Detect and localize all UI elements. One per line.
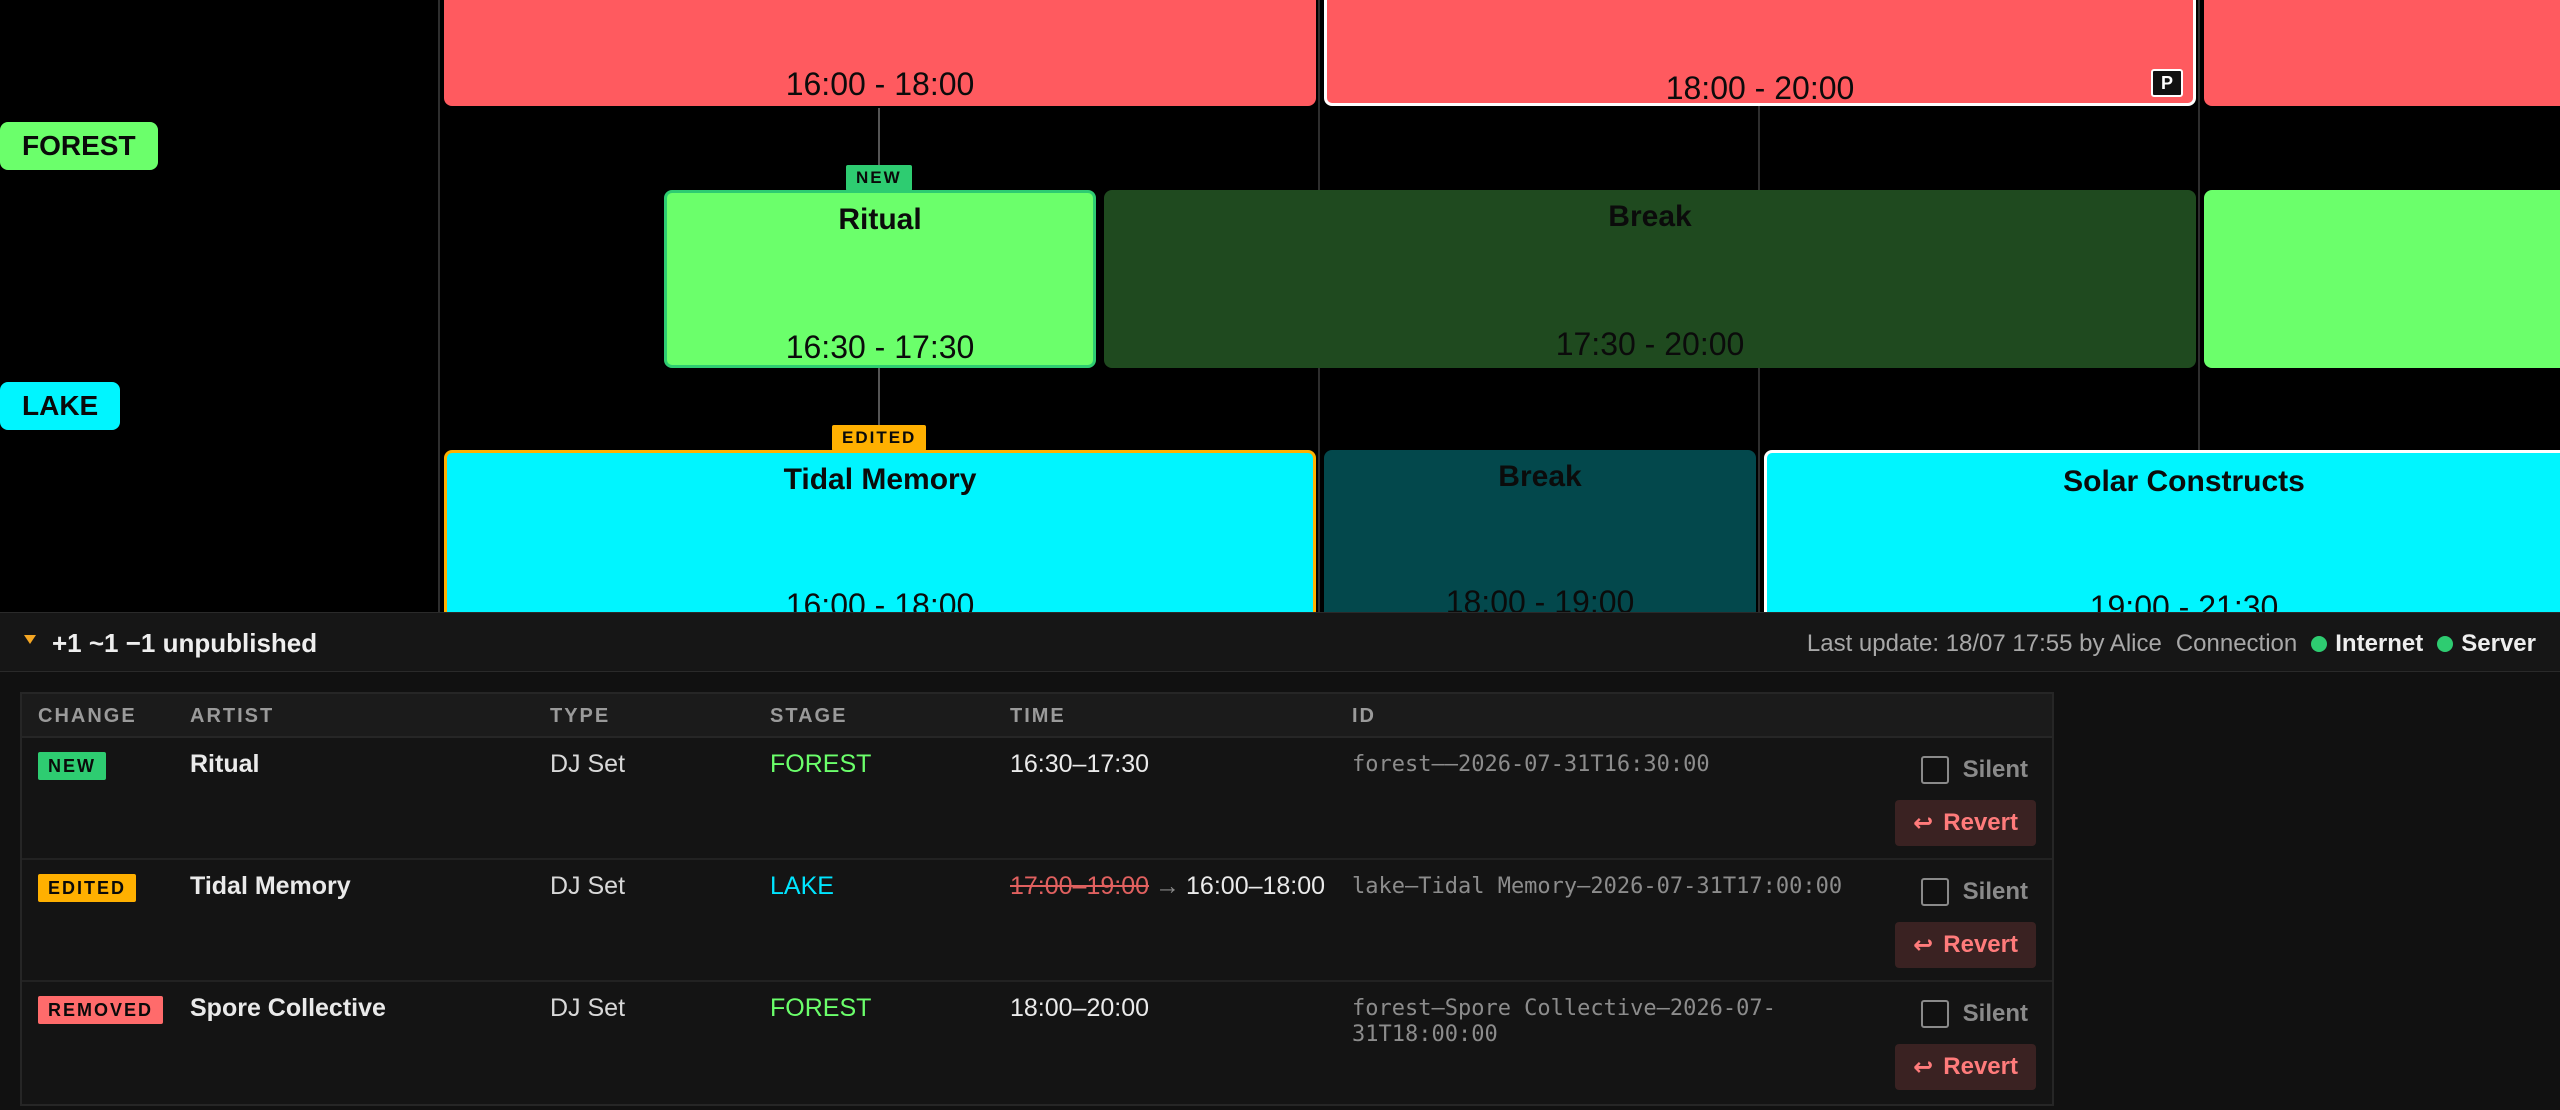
set-block-selected[interactable]: 18:00 - 20:00 P	[1324, 0, 2196, 106]
revert-label: Revert	[1943, 931, 2018, 958]
connection-status: Last update: 18/07 17:55 by Alice Connec…	[1807, 630, 2536, 658]
artist-cell: Spore Collective	[190, 994, 386, 1022]
break-block[interactable]: Break 18:00 - 19:00	[1324, 450, 1756, 612]
id-cell: lake–Tidal Memory–2026-07-31T17:00:00	[1352, 874, 1843, 899]
silent-checkbox[interactable]	[1920, 1000, 1949, 1028]
silent-toggle[interactable]: Silent	[1920, 1000, 2028, 1028]
changes-table: CHANGE ARTIST TYPE STAGE TIME ID NEW Rit…	[20, 692, 2054, 1106]
undo-arrow-icon: ↩	[1913, 1053, 1934, 1081]
set-block[interactable]	[2204, 0, 2560, 106]
silent-label: Silent	[1962, 756, 2028, 783]
type-cell: DJ Set	[550, 994, 626, 1022]
set-title: Solar Constructs	[2063, 465, 2305, 498]
timeline: FOREST LAKE 16:00 - 18:00 18:00 - 20:00 …	[0, 0, 2560, 612]
status-dot-icon	[2311, 636, 2328, 652]
stage-cell: FOREST	[770, 994, 872, 1022]
stage-label-lake[interactable]: LAKE	[0, 382, 121, 430]
silent-label: Silent	[1962, 878, 2028, 905]
set-time: 18:00 - 20:00	[1665, 70, 1855, 106]
break-title: Break	[1498, 460, 1582, 493]
set-block[interactable]	[2204, 190, 2560, 368]
set-block-solar-constructs[interactable]: Solar Constructs 19:00 - 21:30	[1764, 450, 2560, 612]
time-cell: 18:00–20:00	[1010, 994, 1150, 1022]
revert-label: Revert	[1943, 1053, 2018, 1080]
set-time: 16:30 - 17:30	[785, 329, 975, 365]
undo-arrow-icon: ↩	[1913, 809, 1934, 837]
status-bar: +1 ~1 −1 unpublished Last update: 18/07 …	[0, 612, 2560, 672]
set-title: Ritual	[838, 203, 922, 236]
column-header-stage: STAGE	[770, 705, 848, 727]
set-time: 16:00 - 18:00	[785, 587, 975, 612]
id-cell: forest–Spore Collective–2026-07-31T18:00…	[1352, 996, 1776, 1047]
collapse-caret-icon[interactable]	[24, 635, 36, 644]
silent-checkbox[interactable]	[1920, 756, 1949, 784]
table-header: CHANGE ARTIST TYPE STAGE TIME ID	[22, 694, 2052, 738]
break-block[interactable]: Break 17:30 - 20:00	[1104, 190, 2196, 368]
set-time: 16:00 - 18:00	[785, 66, 975, 102]
table-row: REMOVED Spore Collective DJ Set FOREST 1…	[22, 982, 2052, 1104]
silent-checkbox[interactable]	[1920, 878, 1949, 906]
stage-cell: FOREST	[770, 750, 872, 778]
silent-toggle[interactable]: Silent	[1920, 878, 2028, 906]
unpublished-summary[interactable]: +1 ~1 −1 unpublished	[52, 628, 317, 659]
revert-button[interactable]: ↩ Revert	[1895, 922, 2036, 968]
break-title: Break	[1608, 200, 1692, 233]
silent-toggle[interactable]: Silent	[1920, 756, 2028, 784]
table-row: EDITED Tidal Memory DJ Set LAKE 17:00–19…	[22, 860, 2052, 982]
break-time: 17:30 - 20:00	[1555, 326, 1745, 362]
artist-cell: Ritual	[190, 750, 260, 778]
set-block-ritual[interactable]: Ritual 16:30 - 17:30	[664, 190, 1096, 368]
table-row: NEW Ritual DJ Set FOREST 16:30–17:30 for…	[22, 738, 2052, 860]
edited-badge: EDITED	[832, 425, 927, 451]
published-marker: P	[2151, 69, 2183, 97]
last-update: Last update: 18/07 17:55 by Alice	[1806, 630, 2162, 657]
set-block-tidal-memory[interactable]: Tidal Memory 16:00 - 18:00	[444, 450, 1316, 612]
type-cell: DJ Set	[550, 872, 626, 900]
artist-cell: Tidal Memory	[190, 872, 351, 900]
revert-button[interactable]: ↩ Revert	[1895, 1044, 2036, 1090]
change-badge-new: NEW	[38, 752, 106, 780]
time-cell: 17:00–19:00 → 16:00–18:00	[1010, 872, 1325, 901]
server-status: Server	[2437, 630, 2536, 658]
arrow-right-icon: →	[1155, 872, 1181, 900]
column-header-time: TIME	[1010, 705, 1066, 727]
server-label: Server	[2461, 630, 2536, 657]
internet-status: Internet	[2311, 630, 2423, 658]
column-header-artist: ARTIST	[190, 705, 275, 727]
revert-label: Revert	[1943, 809, 2018, 836]
set-time: 19:00 - 21:30	[2089, 589, 2279, 612]
set-block[interactable]: 16:00 - 18:00	[444, 0, 1316, 106]
set-title: Tidal Memory	[783, 463, 977, 496]
id-cell: forest––2026-07-31T16:30:00	[1352, 752, 1710, 777]
silent-label: Silent	[1962, 1000, 2028, 1027]
connection-label: Connection	[2175, 630, 2298, 657]
column-header-type: TYPE	[550, 705, 611, 727]
new-badge: NEW	[846, 165, 912, 191]
change-badge-removed: REMOVED	[38, 996, 164, 1024]
status-dot-icon	[2437, 636, 2454, 652]
new-time: 16:00–18:00	[1186, 872, 1326, 900]
changes-panel: CHANGE ARTIST TYPE STAGE TIME ID NEW Rit…	[0, 672, 2560, 1110]
time-cell: 16:30–17:30	[1010, 750, 1150, 778]
column-header-id: ID	[1352, 705, 1376, 727]
stage-cell: LAKE	[770, 872, 834, 900]
revert-button[interactable]: ↩ Revert	[1895, 800, 2036, 846]
stage-label-forest[interactable]: FOREST	[0, 122, 158, 170]
column-header-change: CHANGE	[38, 705, 137, 727]
undo-arrow-icon: ↩	[1913, 931, 1934, 959]
change-badge-edited: EDITED	[38, 874, 137, 902]
old-time: 17:00–19:00	[1010, 872, 1150, 900]
hour-gridline	[438, 0, 440, 612]
internet-label: Internet	[2335, 630, 2424, 657]
schedule-app: FOREST LAKE 16:00 - 18:00 18:00 - 20:00 …	[0, 0, 2560, 1110]
break-time: 18:00 - 19:00	[1445, 584, 1635, 612]
type-cell: DJ Set	[550, 750, 626, 778]
